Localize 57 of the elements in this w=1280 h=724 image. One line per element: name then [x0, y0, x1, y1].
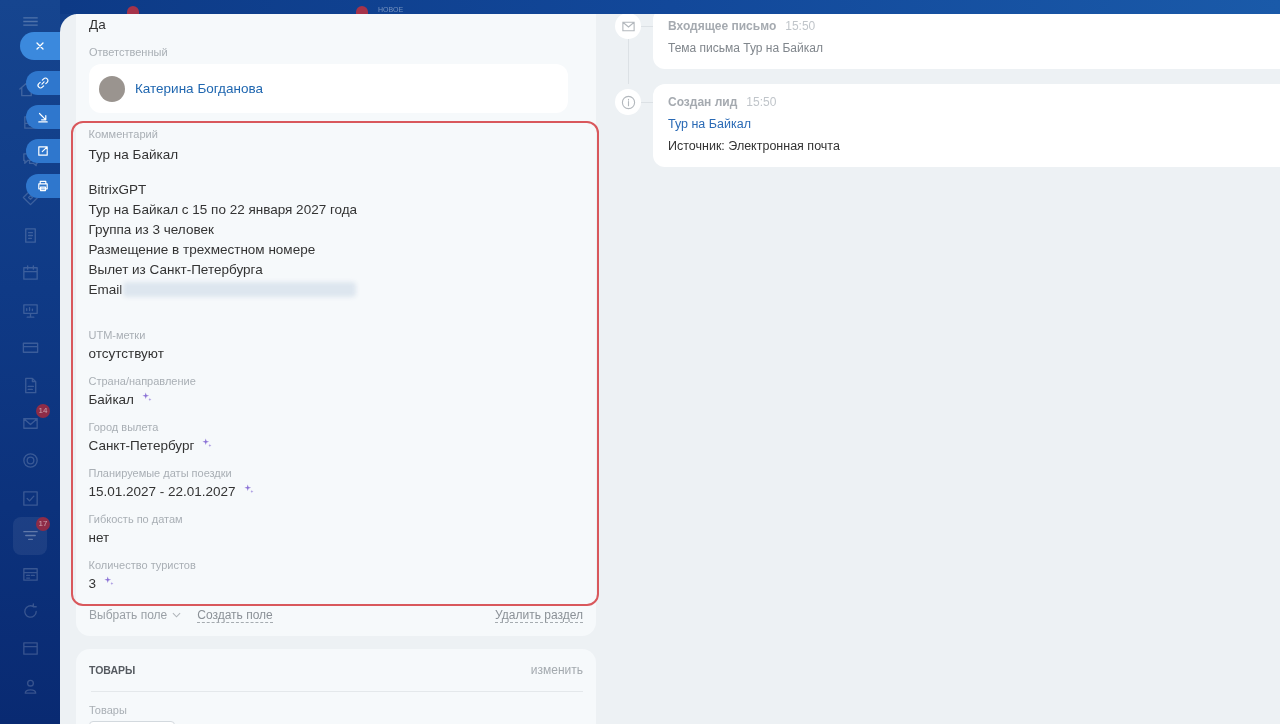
external-link-icon: [36, 144, 50, 158]
mail-icon: [615, 14, 641, 39]
field-label: Ответственный: [89, 45, 169, 59]
select-field-button[interactable]: Выбрать поле: [89, 608, 182, 622]
field-value: 15.01.2027 - 22.01.2027: [88, 482, 236, 501]
create-field-link[interactable]: Создать поле: [197, 607, 273, 623]
field-value: Санкт-Петербург: [88, 436, 195, 455]
avatar-placeholder: [99, 75, 125, 102]
external-link-button[interactable]: [26, 139, 60, 163]
comment-line: Размещение в трехместном номере: [88, 240, 316, 259]
close-icon: [34, 40, 46, 52]
field-label: Город вылета: [88, 419, 160, 434]
field-label: UTM-метки: [88, 327, 147, 342]
field-value: 3: [88, 574, 96, 593]
print-button[interactable]: [26, 174, 60, 198]
field-value: нет: [88, 528, 110, 547]
checkbox-icon[interactable]: [20, 488, 40, 508]
comment-line: Группа из 3 человек: [88, 220, 214, 239]
close-button[interactable]: [20, 32, 60, 60]
field-value: Да: [89, 16, 107, 34]
chevron-down-icon: [172, 612, 182, 618]
calendar-icon[interactable]: [20, 263, 40, 283]
field-value: Байкал: [88, 390, 134, 409]
target-icon[interactable]: [20, 451, 40, 471]
field-label: Товары: [89, 703, 128, 717]
field-label: Количество туристов: [88, 557, 197, 572]
delete-section-link[interactable]: Удалить раздел: [495, 607, 583, 623]
comment-line: Тур на Байкал с 15 по 22 января 2027 года: [88, 200, 358, 219]
field-label: Гибкость по датам: [88, 511, 184, 526]
comment-line: Email: [88, 280, 123, 299]
edit-link[interactable]: изменить: [530, 663, 583, 677]
link-button[interactable]: [26, 71, 60, 95]
printer-icon: [36, 179, 50, 193]
entry-time: 15:50: [785, 18, 816, 34]
entry-title: Создан лид: [668, 94, 738, 110]
entry-text: Источник: Электронная почта: [668, 138, 840, 155]
user-name-link[interactable]: Катерина Богданова: [135, 81, 263, 96]
comment-line: BitrixGPT: [88, 180, 147, 199]
chain-link-icon: [36, 76, 50, 90]
field-label: Страна/направление: [88, 373, 197, 388]
field-label: Комментарий: [88, 126, 159, 141]
comment-line: Тур на Байкал: [88, 145, 179, 164]
field-label: Планируемые даты поездки: [88, 465, 233, 480]
arrow-icon: [36, 110, 50, 124]
entry-text: Тема письма Тур на Байкал: [668, 40, 823, 57]
entry-title: Входящее письмо: [668, 18, 777, 34]
counter-badge: 14: [36, 404, 50, 419]
arrow-button[interactable]: [26, 105, 60, 129]
sidebar-item[interactable]: 17: [13, 517, 47, 555]
entry-link[interactable]: Тур на Байкал: [668, 115, 751, 133]
info-icon: [615, 89, 641, 115]
counter-badge: 17: [36, 517, 50, 532]
field-value: отсутствуют: [88, 344, 164, 363]
entry-time: 15:50: [746, 94, 777, 110]
section-title: ТОВАРЫ: [89, 663, 136, 677]
comment-line: Вылет из Санкт-Петербурга: [88, 260, 263, 279]
menu-icon[interactable]: [22, 17, 38, 26]
